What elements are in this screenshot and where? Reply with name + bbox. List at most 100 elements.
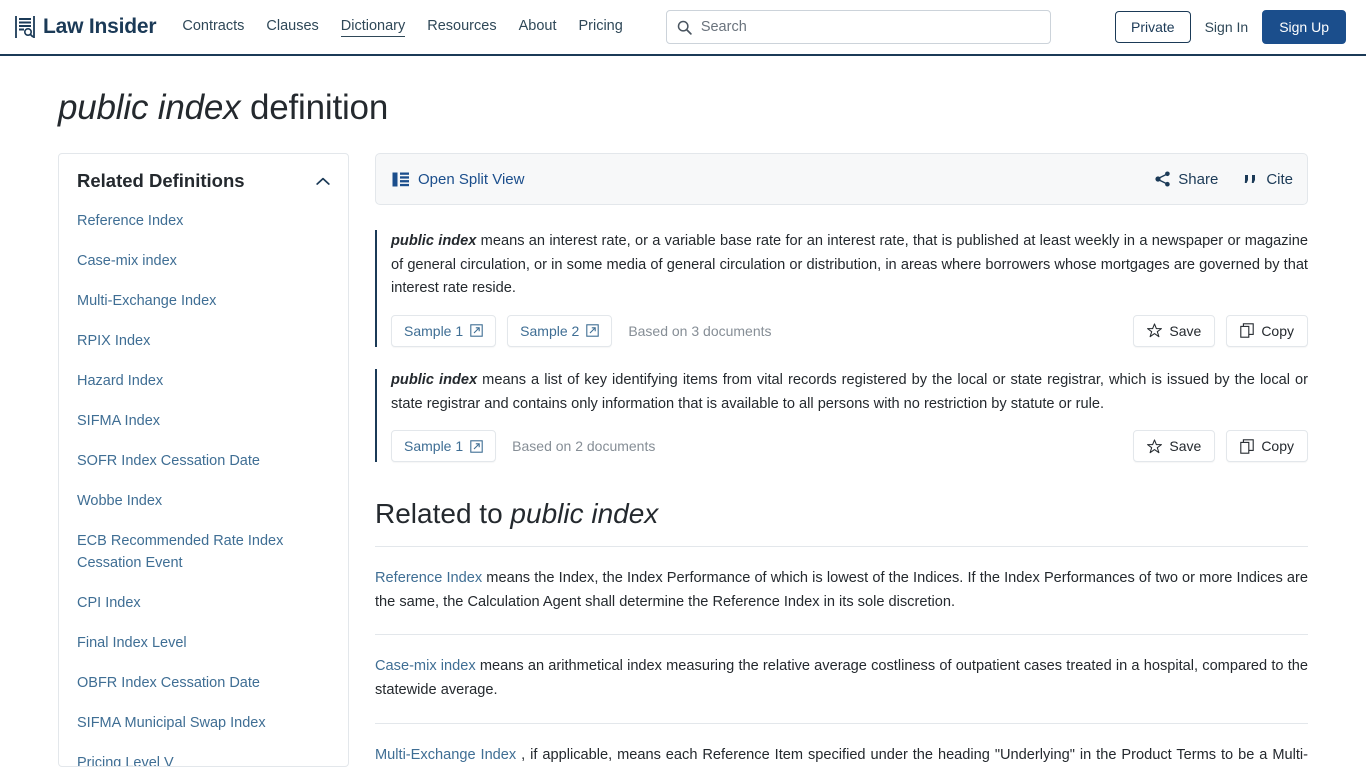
nav-item-about[interactable]: About <box>519 18 557 36</box>
sample-2-button[interactable]: Sample 2 <box>507 314 613 347</box>
main-column: Open Split View Share Cite public index … <box>375 153 1308 768</box>
sidebar-item-sifma-index[interactable]: SIFMA Index <box>77 413 160 429</box>
sign-up-button[interactable]: Sign Up <box>1262 10 1346 44</box>
sample-1-label: Sample 1 <box>404 438 464 455</box>
chevron-up-icon[interactable] <box>316 177 330 186</box>
based-on-label: Based on 2 documents <box>512 438 656 455</box>
definition-actions: Sample 1 Based on 2 documents Save Copy <box>391 430 1308 463</box>
related-heading-prefix: Related to <box>375 498 511 530</box>
definition-toolbar: Open Split View Share Cite <box>375 153 1308 205</box>
list-item: CPI Index <box>77 592 330 614</box>
logo-text: Law Insider <box>43 15 157 38</box>
header-actions: Private Sign In Sign Up <box>1115 10 1346 44</box>
sidebar-item-multi-exchange-index[interactable]: Multi-Exchange Index <box>77 293 216 309</box>
sidebar-item-obfr-index-cessation-date[interactable]: OBFR Index Cessation Date <box>77 675 260 691</box>
related-text: means an arithmetical index measuring th… <box>375 658 1308 699</box>
list-item: Pricing Level V <box>77 752 330 766</box>
based-on-label: Based on 3 documents <box>628 322 772 339</box>
copy-button[interactable]: Copy <box>1226 314 1308 347</box>
open-split-view-button[interactable]: Open Split View <box>392 171 524 188</box>
related-item: Case-mix index means an arithmetical ind… <box>375 635 1308 724</box>
related-text: means the Index, the Index Performance o… <box>375 570 1308 610</box>
nav-item-dictionary[interactable]: Dictionary <box>340 18 406 37</box>
nav-item-contracts[interactable]: Contracts <box>182 18 244 36</box>
definition-term: public index <box>391 233 477 249</box>
list-item: SIFMA Index <box>77 410 330 432</box>
sign-in-link[interactable]: Sign In <box>1205 19 1249 35</box>
related-link-reference-index[interactable]: Reference Index <box>375 570 482 586</box>
sample-1-button[interactable]: Sample 1 <box>391 430 497 463</box>
related-definitions-sidebar: Related Definitions Reference Index Case… <box>58 153 349 767</box>
definition-right-actions: Save Copy <box>1133 314 1308 347</box>
sidebar-item-final-index-level[interactable]: Final Index Level <box>77 635 187 651</box>
related-link-case-mix-index[interactable]: Case-mix index <box>375 658 476 674</box>
content-area: Related Definitions Reference Index Case… <box>0 128 1366 768</box>
list-item: OBFR Index Cessation Date <box>77 672 330 694</box>
search-input[interactable] <box>700 19 1040 35</box>
list-item: Hazard Index <box>77 370 330 392</box>
sidebar-item-sifma-municipal-swap-index[interactable]: SIFMA Municipal Swap Index <box>77 715 266 731</box>
sidebar-item-hazard-index[interactable]: Hazard Index <box>77 373 163 389</box>
copy-label: Copy <box>1261 438 1294 455</box>
list-item: SIFMA Municipal Swap Index <box>77 712 330 734</box>
list-item: SOFR Index Cessation Date <box>77 450 330 472</box>
sidebar-item-case-mix-index[interactable]: Case-mix index <box>77 253 177 269</box>
definition-text: public index means an interest rate, or … <box>391 230 1308 301</box>
page-title-term: public index <box>58 88 241 127</box>
cite-label: Cite <box>1266 170 1293 188</box>
nav-item-pricing[interactable]: Pricing <box>578 18 622 36</box>
cite-button[interactable]: Cite <box>1244 171 1293 188</box>
save-button[interactable]: Save <box>1133 430 1216 463</box>
save-button[interactable]: Save <box>1133 314 1216 347</box>
copy-label: Copy <box>1261 322 1294 339</box>
share-button[interactable]: Share <box>1155 171 1218 188</box>
page-title: public index definition <box>0 56 1366 128</box>
definition-text: public index means a list of key identif… <box>391 369 1308 416</box>
definition-term: public index <box>391 371 478 388</box>
sidebar-item-pricing-level-v[interactable]: Pricing Level V <box>77 755 174 766</box>
related-link-multi-exchange-index[interactable]: Multi-Exchange Index <box>375 747 516 763</box>
nav-item-clauses[interactable]: Clauses <box>266 18 318 36</box>
share-nodes-icon <box>1155 171 1170 187</box>
list-item: RPIX Index <box>77 330 330 352</box>
sidebar-item-wobbe-index[interactable]: Wobbe Index <box>77 493 162 509</box>
list-item: Wobbe Index <box>77 490 330 512</box>
share-label: Share <box>1178 170 1219 188</box>
document-search-icon <box>15 16 35 38</box>
related-heading: Related to public index <box>375 498 1308 548</box>
toolbar-actions: Share Cite <box>1155 171 1293 188</box>
sidebar-item-ecb-recommended-rate-index-cessation-event[interactable]: ECB Recommended Rate Index Cessation Eve… <box>77 533 283 571</box>
sidebar-list: Reference Index Case-mix index Multi-Exc… <box>77 210 330 766</box>
sidebar-item-reference-index[interactable]: Reference Index <box>77 213 183 229</box>
sidebar-item-rpix-index[interactable]: RPIX Index <box>77 333 150 349</box>
external-link-icon <box>586 324 600 338</box>
star-icon <box>1147 439 1163 453</box>
save-label: Save <box>1169 322 1202 339</box>
private-button[interactable]: Private <box>1115 11 1191 43</box>
quote-icon <box>1245 175 1256 183</box>
site-header: Law Insider Contracts Clauses Dictionary… <box>0 0 1366 56</box>
search-box[interactable] <box>665 10 1051 44</box>
sidebar-title: Related Definitions <box>77 170 245 191</box>
definition-actions: Sample 1 Sample 2 Based on 3 documents S… <box>391 314 1308 347</box>
copy-icon <box>1240 323 1255 339</box>
sample-2-label: Sample 2 <box>520 322 580 339</box>
related-item: Reference Index means the Index, the Ind… <box>375 547 1308 636</box>
search-icon <box>677 20 692 35</box>
definition-body: means a list of key identifying items fr… <box>391 371 1308 412</box>
external-link-icon <box>470 439 483 453</box>
sample-1-label: Sample 1 <box>404 322 464 339</box>
external-link-icon <box>470 324 483 338</box>
definition-right-actions: Save Copy <box>1133 430 1308 463</box>
copy-button[interactable]: Copy <box>1226 430 1308 463</box>
site-logo[interactable]: Law Insider <box>14 15 157 39</box>
sidebar-item-sofr-index-cessation-date[interactable]: SOFR Index Cessation Date <box>77 453 260 469</box>
page-title-suffix: definition <box>240 88 389 127</box>
related-item: Multi-Exchange Index , if applicable, me… <box>375 724 1308 768</box>
list-item: Final Index Level <box>77 632 330 654</box>
sidebar-item-cpi-index[interactable]: CPI Index <box>77 595 141 611</box>
sidebar-header[interactable]: Related Definitions <box>77 170 330 192</box>
main-nav: Contracts Clauses Dictionary Resources A… <box>182 18 623 37</box>
nav-item-resources[interactable]: Resources <box>427 18 496 36</box>
sample-1-button[interactable]: Sample 1 <box>391 314 497 347</box>
